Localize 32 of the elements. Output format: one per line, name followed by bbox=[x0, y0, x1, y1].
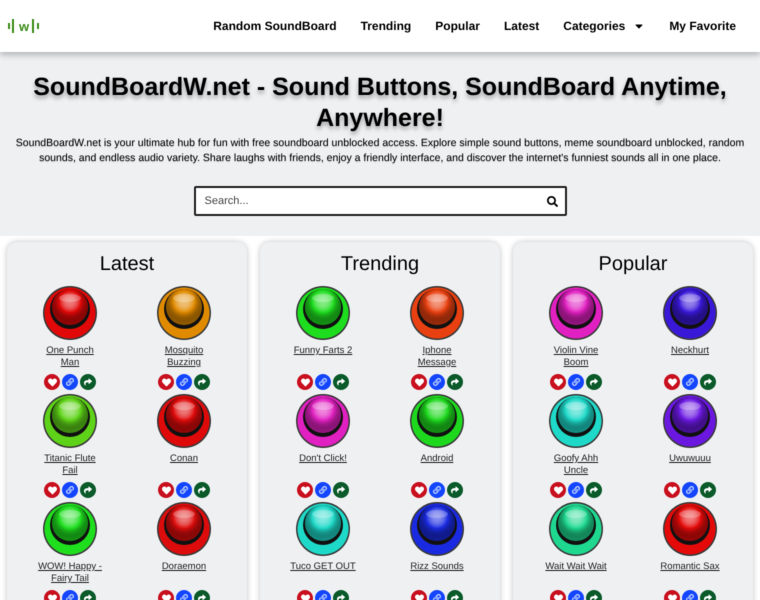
sound-name[interactable]: WOW! Happy - Fairy Tail bbox=[37, 561, 103, 587]
section-title: Trending bbox=[340, 252, 420, 276]
sound-name[interactable]: Don't Click! bbox=[299, 453, 347, 479]
logo[interactable]: w bbox=[8, 17, 40, 35]
sound-name[interactable]: Wait Wait Wait bbox=[545, 561, 607, 587]
sound-name[interactable]: Neckhurt bbox=[670, 345, 709, 371]
description: SoundBoardW.net is your ultimate hub for fun with free soundboard unblocked access. Explore simple sound buttons, meme soundboard unblocked, random sounds, and endless audio variety. Share laughs with friends, enjoy a friendly interface, and discover the internet's funniest sounds all in one place. bbox=[15, 136, 745, 166]
search-field[interactable]: Search... bbox=[194, 186, 566, 216]
sound-name[interactable]: Android bbox=[420, 453, 454, 479]
sound-name[interactable]: Violin Vine Boom bbox=[543, 345, 609, 371]
nav-link[interactable]: Random SoundBoard bbox=[213, 17, 337, 35]
sound-name[interactable]: Doraemon bbox=[162, 561, 206, 587]
sound-name[interactable]: Goofy Ahh Uncle bbox=[543, 453, 609, 479]
sound-name[interactable]: Romantic Sax bbox=[660, 561, 720, 587]
nav-dropdown[interactable]: Categories bbox=[563, 17, 646, 35]
sound-name[interactable]: Rizz Sounds bbox=[410, 561, 464, 587]
section-title: Popular bbox=[598, 252, 668, 276]
sound-name[interactable]: Funny Farts 2 bbox=[294, 345, 352, 371]
nav-link[interactable]: Latest bbox=[504, 17, 540, 35]
sound-name[interactable]: Tuco GET OUT bbox=[290, 561, 356, 587]
nav-link[interactable]: My Favorite bbox=[669, 17, 736, 35]
nav-link[interactable]: Trending bbox=[360, 17, 412, 35]
sound-name[interactable]: Iphone Message bbox=[404, 345, 470, 371]
sound-name[interactable]: Uwuwuuu bbox=[669, 453, 711, 479]
sound-name[interactable]: Conan bbox=[170, 453, 198, 479]
section-title: Latest bbox=[98, 252, 156, 276]
sound-name[interactable]: Titanic Flute Fail bbox=[37, 453, 103, 479]
logo-text: w bbox=[19, 20, 30, 32]
sound-name[interactable]: One Punch Man bbox=[37, 345, 103, 371]
sound-name[interactable]: Mosquito Buzzing bbox=[151, 345, 217, 371]
page-title: SoundBoardW.net - Sound Buttons, SoundBoard Anytime, Anywhere! bbox=[32, 72, 728, 134]
nav-link[interactable]: Popular bbox=[435, 17, 480, 35]
